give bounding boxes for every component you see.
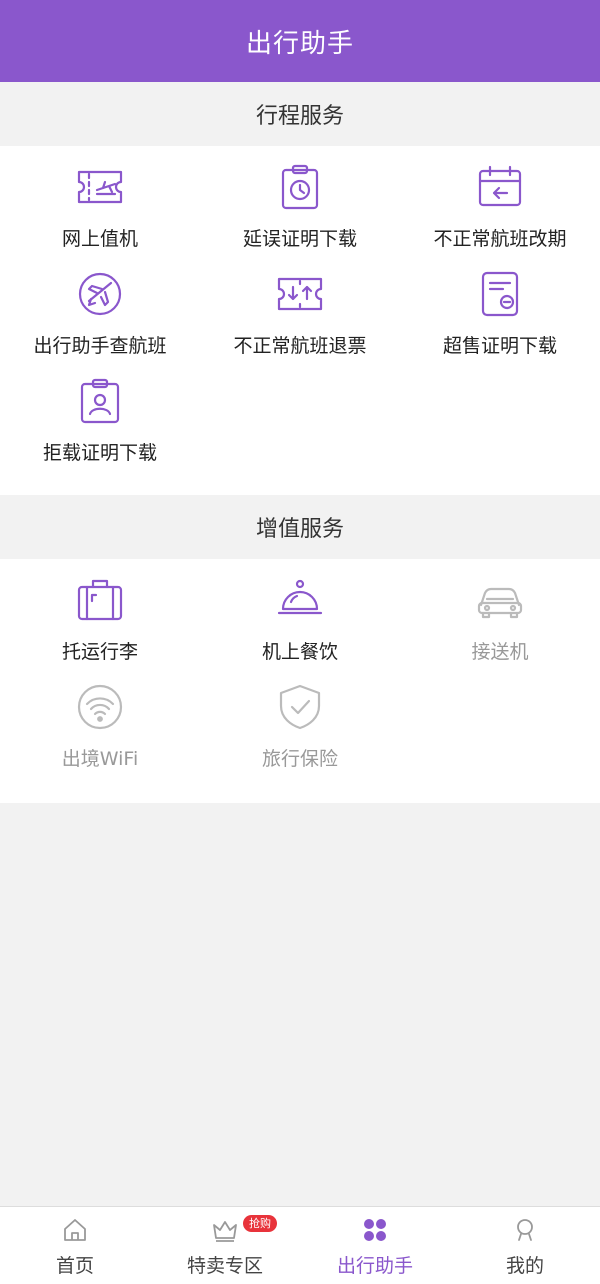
service-label: 托运行李	[61, 641, 138, 663]
service-boarding-denied-certificate[interactable]: 拒载证明下载	[0, 374, 200, 481]
service-flight-lookup[interactable]: 出行助手查航班	[0, 267, 200, 374]
app-root: 出行助手 行程服务 网上值机 延误证明下载 不正常航班改期 出行助手查航班 不正…	[0, 0, 600, 1284]
service-travel-insurance[interactable]: 旅行保险	[200, 680, 400, 787]
itinerary-services-grid: 网上值机 延误证明下载 不正常航班改期 出行助手查航班 不正常航班退票 超售证明…	[0, 146, 600, 495]
service-label: 不正常航班改期	[433, 228, 567, 250]
bottom-tab-bar: 首页 抢购 特卖专区 出行助手 我的	[0, 1206, 600, 1284]
service-inflight-meal[interactable]: 机上餐饮	[200, 573, 400, 680]
section-title-itinerary: 行程服务	[0, 82, 600, 146]
service-irregular-flight-refund[interactable]: 不正常航班退票	[200, 267, 400, 374]
tab-travel-assistant[interactable]: 出行助手	[300, 1207, 450, 1284]
tab-label: 出行助手	[336, 1255, 413, 1277]
tab-special-sale[interactable]: 抢购 特卖专区	[150, 1207, 300, 1284]
tab-mine[interactable]: 我的	[450, 1207, 600, 1284]
grid-dots-icon	[360, 1215, 390, 1245]
service-online-checkin[interactable]: 网上值机	[0, 160, 200, 267]
page-title: 出行助手	[245, 28, 354, 59]
service-delay-certificate[interactable]: 延误证明下载	[200, 160, 400, 267]
service-irregular-flight-reschedule[interactable]: 不正常航班改期	[400, 160, 600, 267]
section-title-text: 行程服务	[255, 104, 344, 129]
clock-clipboard-icon	[273, 160, 327, 214]
user-icon	[510, 1215, 540, 1245]
section-title-text: 增值服务	[255, 517, 344, 542]
shield-check-icon	[273, 680, 327, 734]
service-label: 不正常航班退票	[233, 335, 367, 357]
person-clipboard-icon	[73, 374, 127, 428]
service-airport-transfer[interactable]: 接送机	[400, 573, 600, 680]
boarding-pass-icon	[73, 160, 127, 214]
tab-label: 我的	[505, 1255, 544, 1277]
tab-label: 首页	[55, 1255, 94, 1277]
home-icon	[60, 1215, 90, 1245]
wifi-icon	[73, 680, 127, 734]
crown-icon	[210, 1215, 240, 1245]
calendar-arrow-icon	[473, 160, 527, 214]
service-label: 拒载证明下载	[42, 442, 157, 464]
ticket-refund-icon	[273, 267, 327, 321]
meal-cloche-icon	[273, 573, 327, 627]
value-added-services-grid: 托运行李 机上餐饮 接送机 出境WiFi 旅行保险	[0, 559, 600, 803]
tab-home[interactable]: 首页	[0, 1207, 150, 1284]
service-label: 旅行保险	[261, 748, 338, 770]
app-header: 出行助手	[0, 0, 600, 82]
section-title-value-added: 增值服务	[0, 495, 600, 559]
car-icon	[473, 573, 527, 627]
service-label: 接送机	[471, 641, 529, 663]
service-label: 出行助手查航班	[33, 335, 167, 357]
luggage-icon	[73, 573, 127, 627]
service-oversold-certificate[interactable]: 超售证明下载	[400, 267, 600, 374]
service-label: 出境WiFi	[61, 748, 139, 770]
service-label: 网上值机	[61, 228, 138, 250]
sale-badge: 抢购	[243, 1215, 277, 1232]
tab-label: 特卖专区	[186, 1255, 263, 1277]
service-label: 机上餐饮	[261, 641, 338, 663]
service-label: 延误证明下载	[242, 228, 357, 250]
service-label: 超售证明下载	[442, 335, 557, 357]
service-overseas-wifi[interactable]: 出境WiFi	[0, 680, 200, 787]
oversold-document-icon	[473, 267, 527, 321]
service-checked-baggage[interactable]: 托运行李	[0, 573, 200, 680]
plane-search-icon	[73, 267, 127, 321]
